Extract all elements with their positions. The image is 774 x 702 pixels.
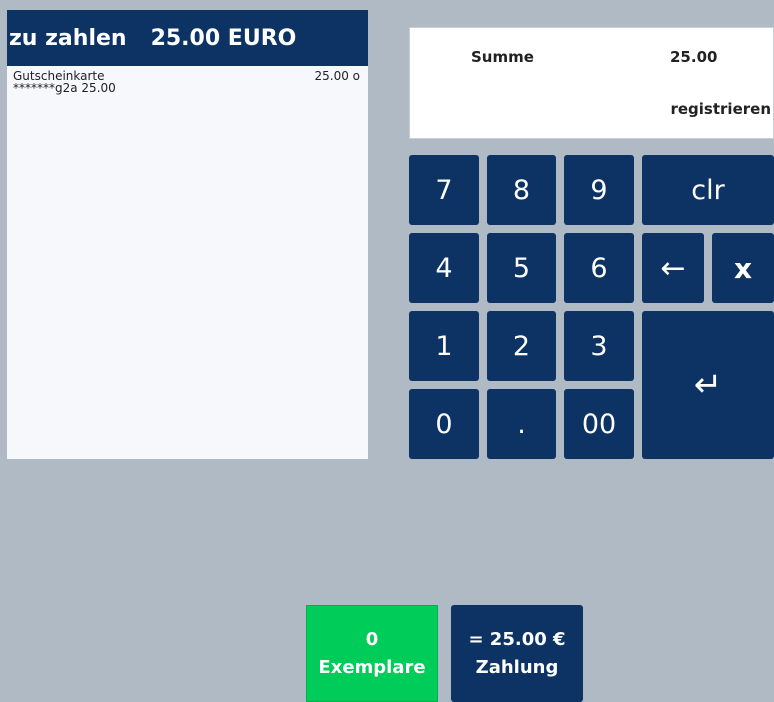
key-9[interactable]: 9 <box>564 155 634 225</box>
key-6[interactable]: 6 <box>564 233 634 303</box>
key-7[interactable]: 7 <box>409 155 479 225</box>
payment-button[interactable]: = 25.00 € Zahlung <box>451 605 583 702</box>
clear-button[interactable]: clr <box>642 155 774 225</box>
key-3[interactable]: 3 <box>564 311 634 381</box>
sum-value: 25.00 <box>670 48 718 66</box>
copies-label: Exemplare <box>318 656 426 678</box>
amount-due-value: 25.00 EURO <box>150 25 297 51</box>
receipt-line-item[interactable]: Gutscheinkarte 25.00 o *******g2a 25.00 <box>7 66 368 94</box>
payment-amount: = 25.00 € <box>468 628 566 650</box>
key-1[interactable]: 1 <box>409 311 479 381</box>
amount-due-header: zu zahlen 25.00 EURO <box>7 10 368 66</box>
backspace-button[interactable]: ← <box>642 233 704 303</box>
enter-button[interactable]: ↵ <box>642 311 774 459</box>
key-0[interactable]: 0 <box>409 389 479 459</box>
key-8[interactable]: 8 <box>487 155 556 225</box>
payment-label: Zahlung <box>475 656 559 678</box>
key-00[interactable]: 00 <box>564 389 634 459</box>
sum-label: Summe <box>471 48 534 66</box>
key-2[interactable]: 2 <box>487 311 556 381</box>
amount-due-label: zu zahlen <box>9 25 127 51</box>
copies-button[interactable]: 0 Exemplare <box>306 605 438 702</box>
decimal-point-button[interactable]: . <box>487 389 556 459</box>
amount-display: Summe 25.00 registrieren <box>409 27 774 139</box>
receipt-panel: zu zahlen 25.00 EURO Gutscheinkarte 25.0… <box>7 10 368 459</box>
multiply-button[interactable]: x <box>712 233 774 303</box>
line-item-price: 25.00 o <box>314 69 360 83</box>
register-hint: registrieren <box>670 100 771 118</box>
line-item-detail: *******g2a 25.00 <box>13 81 116 95</box>
key-4[interactable]: 4 <box>409 233 479 303</box>
pos-payment-screen: zu zahlen 25.00 EURO Gutscheinkarte 25.0… <box>0 0 774 702</box>
key-5[interactable]: 5 <box>487 233 556 303</box>
copies-count: 0 <box>365 628 379 650</box>
